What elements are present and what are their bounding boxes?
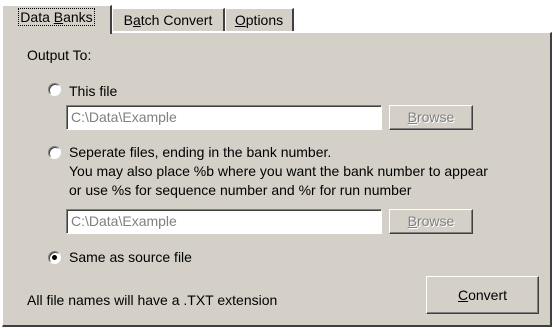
mnemonic-char: O	[234, 12, 246, 28]
radio-dot	[52, 255, 57, 260]
mnemonic-char: a	[132, 12, 141, 28]
tab-options[interactable]: Options	[225, 8, 294, 31]
separate-files-label-line-3: or use %s for sequence number and %r for…	[69, 182, 412, 198]
output-to-heading: Output To:	[27, 47, 92, 63]
this-file-browse-button[interactable]: Browse	[389, 105, 473, 130]
radio-same-as-source[interactable]	[48, 251, 61, 264]
tab-options-label: Options	[234, 12, 284, 28]
mnemonic-char: B	[407, 213, 417, 229]
tab-data-banks[interactable]: Data Banks	[2, 5, 112, 34]
tab-batch-convert-label: Batch Convert	[123, 12, 213, 28]
txt-extension-note: All file names will have a .TXT extensio…	[27, 292, 278, 308]
separate-files-path-field[interactable]: C:\Data\Example	[66, 209, 382, 234]
convert-button[interactable]: Convert	[426, 276, 539, 314]
radio-this-file[interactable]	[48, 83, 61, 96]
same-as-source-label: Same as source file	[69, 249, 192, 265]
tab-data-banks-label: Data Banks	[18, 8, 95, 26]
radio-separate-files[interactable]	[48, 146, 61, 159]
mnemonic-char: B	[53, 9, 64, 25]
this-file-path-field[interactable]: C:\Data\Example	[66, 105, 382, 130]
separate-files-browse-button[interactable]: Browse	[389, 209, 473, 234]
tab-batch-convert[interactable]: Batch Convert	[112, 8, 225, 31]
data-banks-panel: Output To: This file C:\Data\Example Bro…	[2, 32, 552, 327]
separate-files-label-line-2: You may also place %b where you want the…	[69, 163, 488, 179]
separate-files-label-line-1: Seperate files, ending in the bank numbe…	[69, 144, 332, 160]
mnemonic-char: B	[407, 109, 417, 125]
mnemonic-char: C	[457, 287, 469, 303]
this-file-label: This file	[69, 83, 118, 99]
